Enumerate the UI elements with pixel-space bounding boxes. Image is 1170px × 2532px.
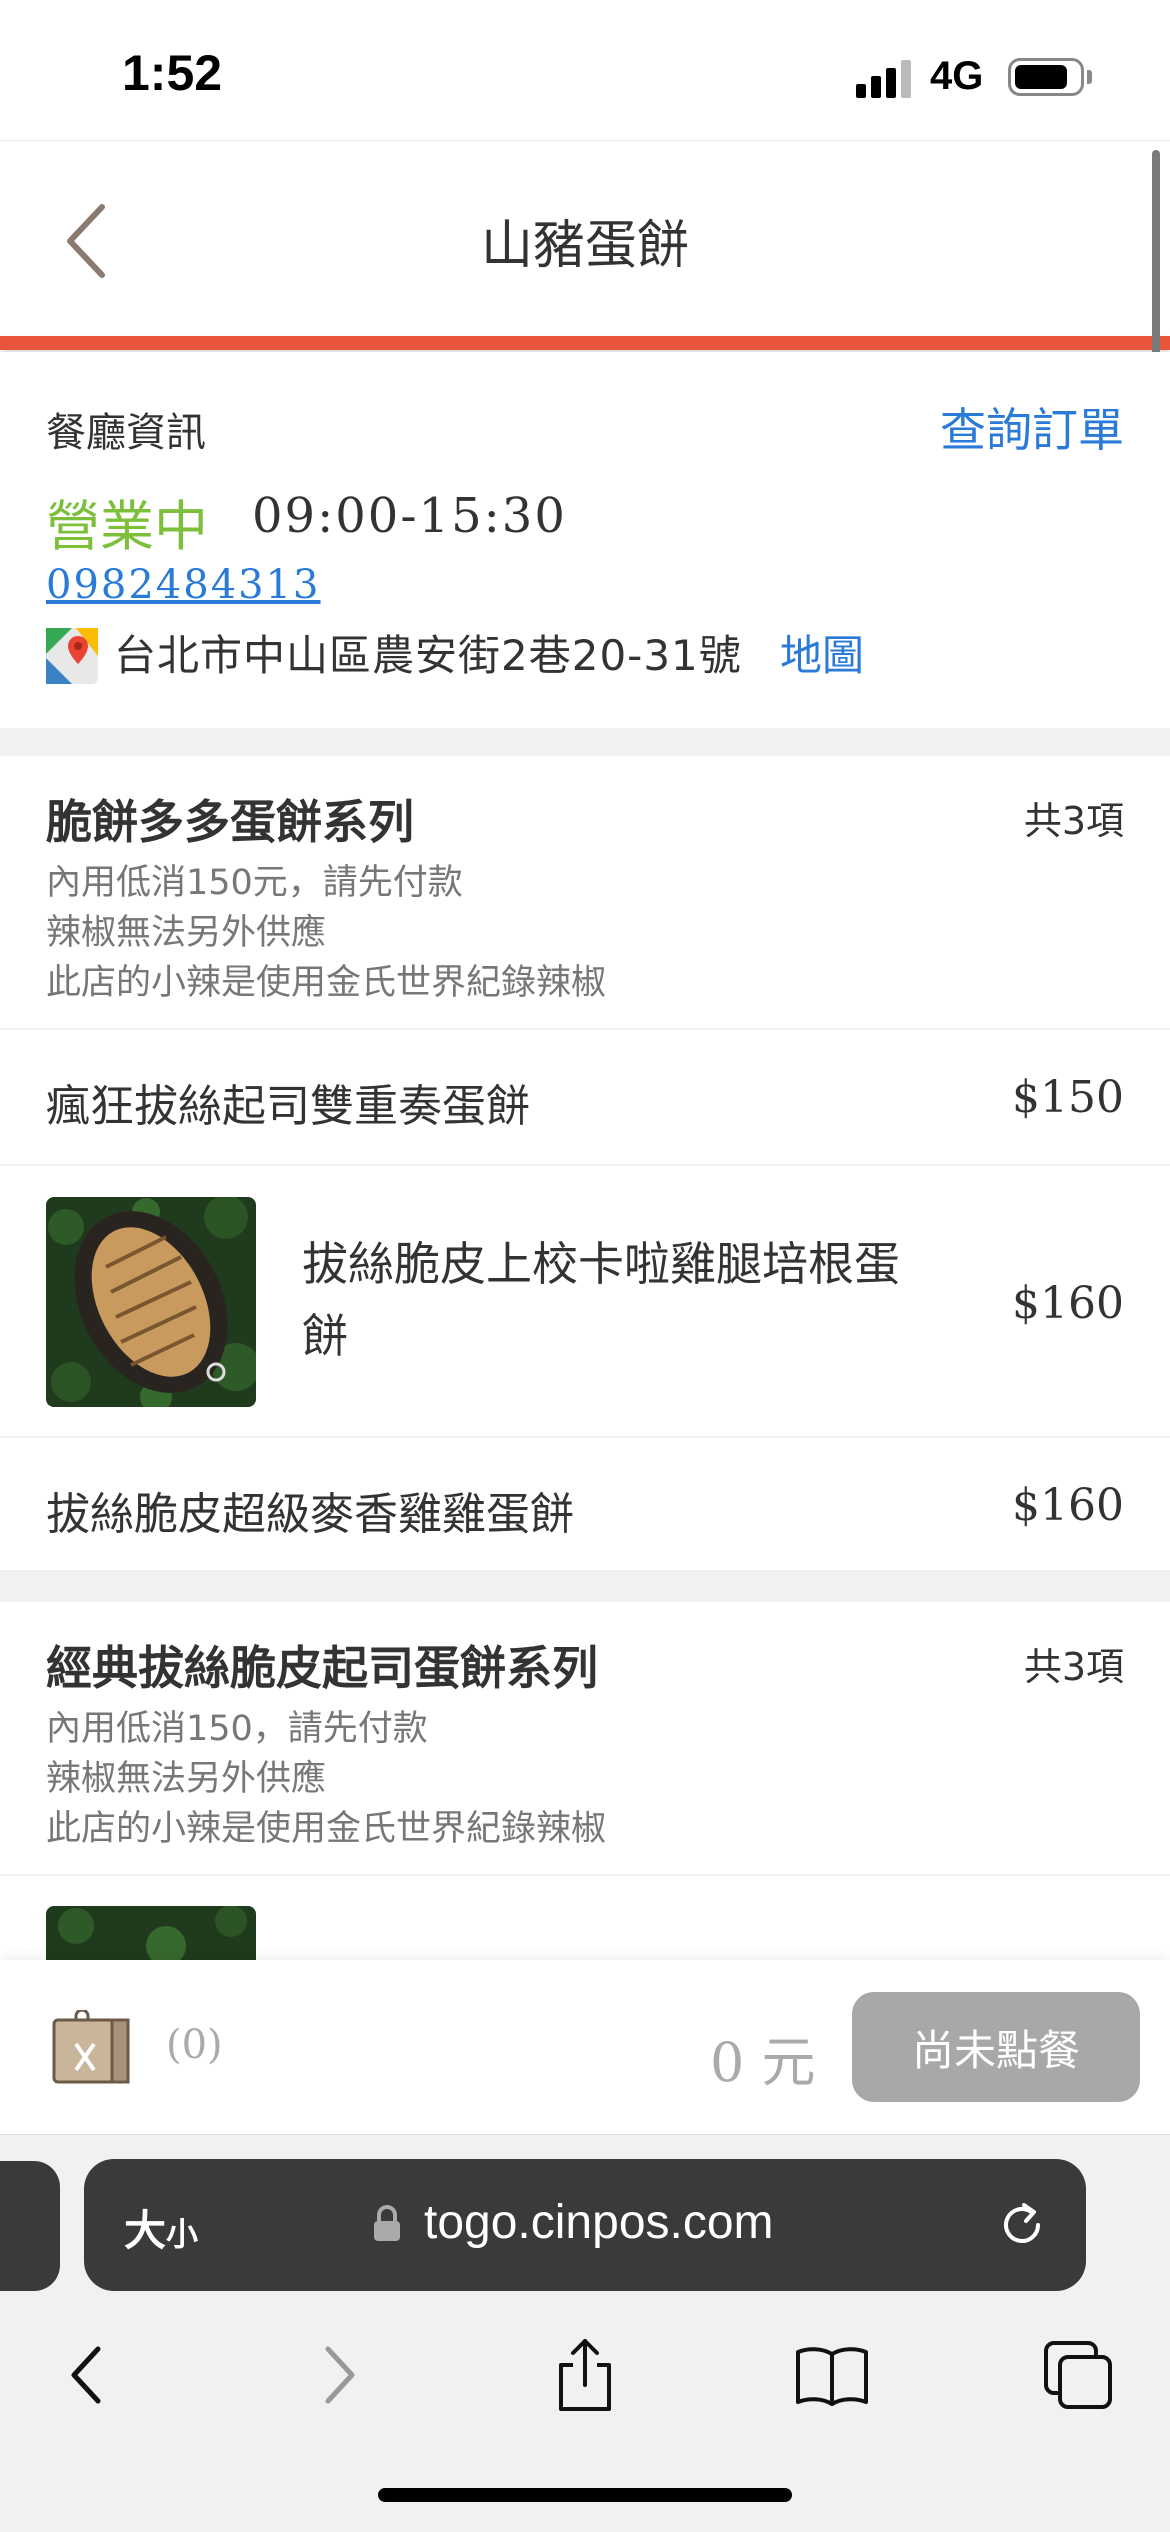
menu-item[interactable]: 拔絲脆皮上校卡啦雞腿培根蛋餅 $160	[0, 1166, 1170, 1438]
bag-icon[interactable]	[50, 2010, 134, 2086]
address-bar[interactable]: 大小 togo.cinpos.com	[84, 2159, 1086, 2291]
bookmarks-button[interactable]	[792, 2335, 872, 2415]
google-maps-icon	[46, 628, 98, 684]
menu-item[interactable]	[0, 1876, 1170, 1960]
nav-toolbar	[0, 2315, 1170, 2435]
section-gap	[0, 1572, 1170, 1602]
item-name: 拔絲脆皮超級麥香雞雞蛋餅	[46, 1489, 574, 1540]
text-size-button[interactable]: 大小	[124, 2197, 198, 2258]
category-title: 脆餅多多蛋餅系列	[46, 795, 414, 849]
home-indicator	[378, 2488, 792, 2502]
item-photo	[46, 1906, 256, 1960]
chevron-right-icon	[325, 2346, 355, 2404]
category-note: 此店的小辣是使用金氏世界紀錄辣椒	[46, 1809, 607, 1849]
chevron-left-icon	[71, 2346, 101, 2404]
cart-bar: (0) 0 元 尚未點餐	[0, 1960, 1170, 2134]
open-status: 營業中	[46, 495, 208, 558]
lock-icon	[374, 2205, 400, 2241]
category-count: 共3項	[1023, 799, 1124, 843]
category-note: 內用低消150元，請先付款	[46, 863, 463, 903]
cart-count: (0)	[166, 2022, 223, 2068]
category-note: 辣椒無法另外供應	[46, 1759, 327, 1799]
order-query-link[interactable]: 查詢訂單	[940, 394, 1124, 460]
browser-toolbar: 大小 togo.cinpos.com	[0, 2134, 1170, 2532]
category-note: 內用低消150，請先付款	[46, 1709, 428, 1749]
category-note: 辣椒無法另外供應	[46, 913, 327, 953]
reload-icon[interactable]	[994, 2197, 1050, 2253]
item-name: 拔絲脆皮上校卡啦雞腿培根蛋餅	[302, 1237, 900, 1363]
network-label: 4G	[930, 54, 984, 98]
share-button[interactable]	[545, 2335, 625, 2415]
url-text: togo.cinpos.com	[424, 2196, 774, 2249]
battery-icon	[1008, 58, 1084, 96]
category-header[interactable]: 經典拔絲脆皮起司蛋餅系列 共3項 內用低消150，請先付款 辣椒無法另外供應 此…	[0, 1602, 1170, 1876]
item-photo	[46, 1197, 256, 1407]
business-hours: 09:00-15:30	[252, 488, 567, 544]
signal-icon	[856, 58, 912, 98]
app-header: 山豬蛋餅	[0, 140, 1170, 336]
category-header[interactable]: 脆餅多多蛋餅系列 共3項 內用低消150元，請先付款 辣椒無法另外供應 此店的小…	[0, 756, 1170, 1030]
menu-item[interactable]: 拔絲脆皮超級麥香雞雞蛋餅 $160	[0, 1438, 1170, 1572]
status-bar: 1:52 4G	[0, 0, 1170, 140]
category-title: 經典拔絲脆皮起司蛋餅系列	[46, 1641, 598, 1695]
category-count: 共3項	[1023, 1645, 1124, 1689]
phone-link[interactable]: 0982484313	[46, 562, 321, 608]
cart-total: 0 元	[710, 2031, 816, 2094]
status-time: 1:52	[122, 45, 223, 101]
menu-item[interactable]: 瘋狂拔絲起司雙重奏蛋餅 $150	[0, 1030, 1170, 1166]
text-size-small: 小	[166, 2215, 199, 2253]
restaurant-info: 餐廳資訊 查詢訂單 營業中 09:00-15:30 0982484313 台北市…	[0, 352, 1170, 728]
map-link[interactable]: 地圖	[780, 622, 864, 683]
book-icon	[796, 2347, 868, 2406]
previous-tab-peek[interactable]	[0, 2161, 60, 2291]
tabs-button[interactable]	[1038, 2335, 1118, 2415]
back-nav-button[interactable]	[46, 2335, 126, 2415]
checkout-button[interactable]: 尚未點餐	[852, 1992, 1140, 2102]
item-name: 瘋狂拔絲起司雙重奏蛋餅	[46, 1081, 530, 1132]
text-size-big: 大	[124, 2206, 167, 2255]
battery-cap	[1087, 70, 1092, 84]
section-gap	[0, 728, 1170, 756]
share-icon	[559, 2339, 611, 2411]
category-note: 此店的小辣是使用金氏世界紀錄辣椒	[46, 963, 607, 1003]
forward-nav-button[interactable]	[300, 2335, 380, 2415]
tabs-icon	[1044, 2341, 1112, 2409]
page-title: 山豬蛋餅	[480, 216, 689, 276]
info-label: 餐廳資訊	[46, 410, 206, 456]
item-price: $160	[1012, 1480, 1124, 1531]
address: 台北市中山區農安街2巷20-31號	[114, 631, 742, 680]
item-price: $150	[1012, 1072, 1124, 1123]
item-price: $160	[1012, 1278, 1124, 1329]
header-accent-line	[0, 336, 1170, 350]
